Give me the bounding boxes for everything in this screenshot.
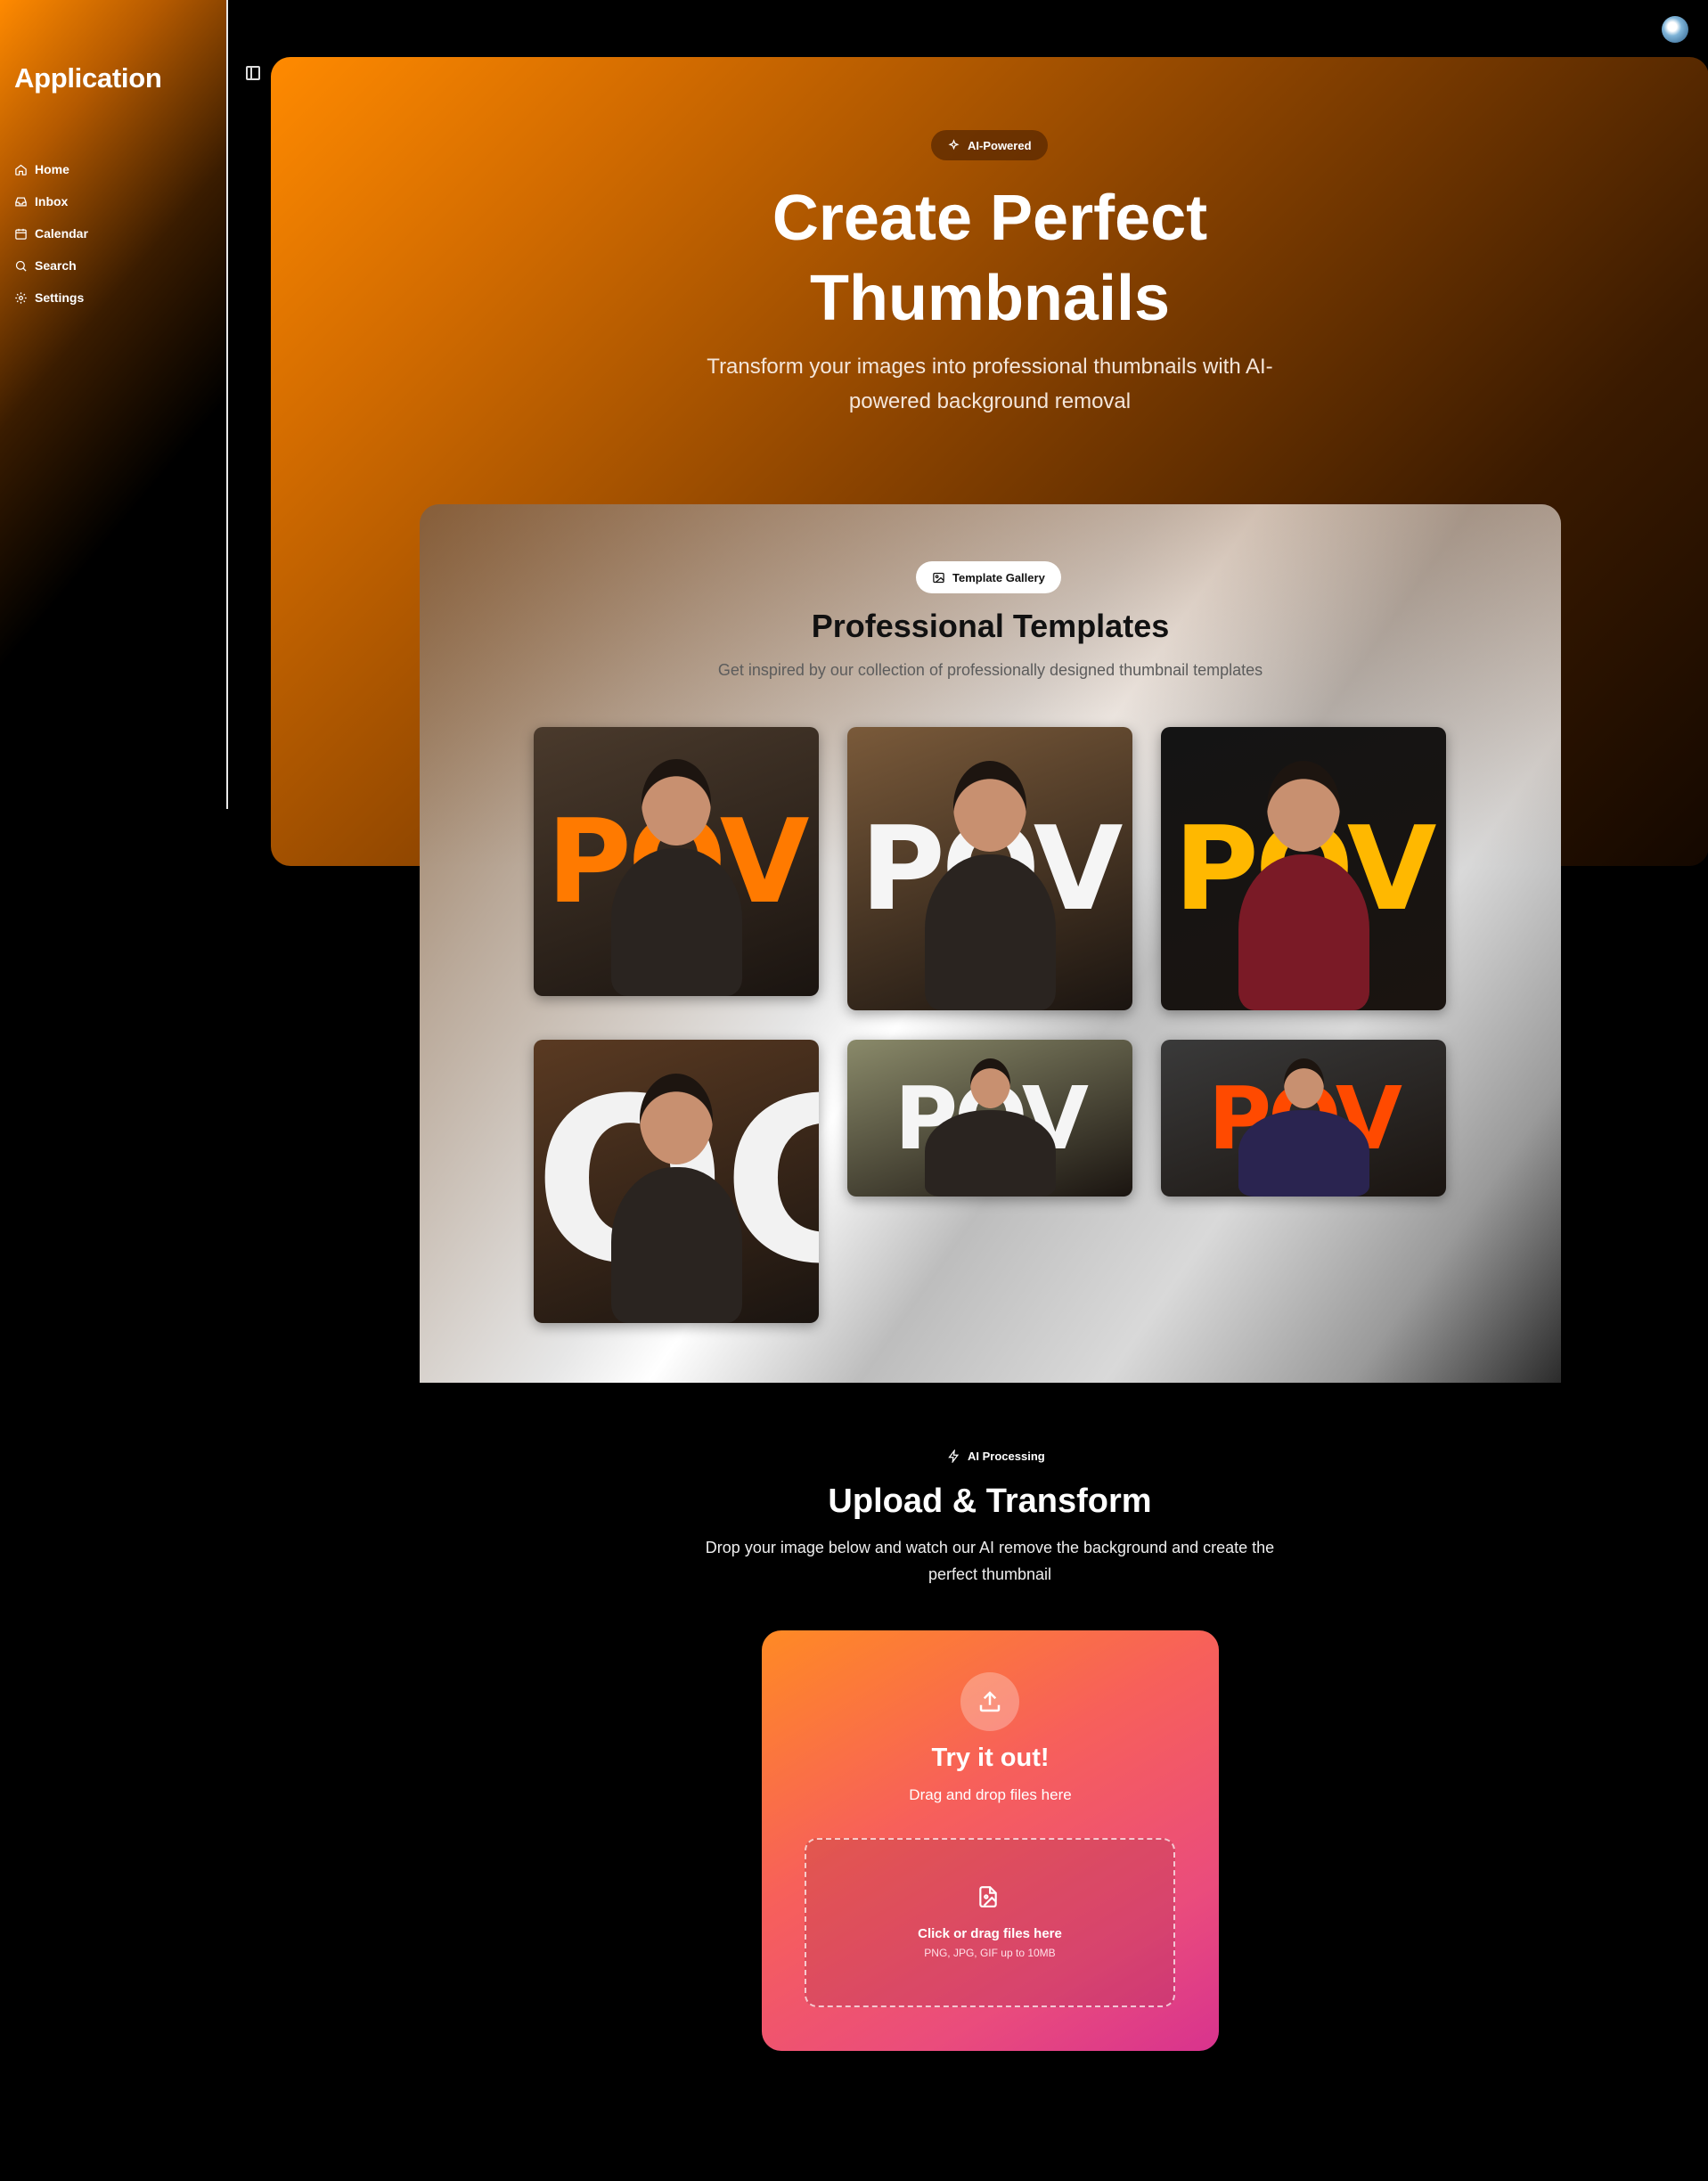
- sidebar: [0, 0, 227, 809]
- hero-title-line: Thumbnails: [809, 263, 1170, 334]
- template-thumbnail[interactable]: OG: [534, 1040, 819, 1323]
- ai-powered-badge: AI-Powered: [931, 130, 1048, 160]
- sidebar-item-label: Calendar: [35, 226, 88, 241]
- gear-icon: [15, 291, 27, 304]
- sidebar-item-search[interactable]: Search: [14, 249, 88, 282]
- sidebar-item-home[interactable]: Home: [14, 153, 88, 185]
- upload-subtitle: Drop your image below and watch our AI r…: [271, 1534, 1708, 1588]
- person-silhouette: [611, 1167, 742, 1323]
- template-thumbnail[interactable]: POV: [847, 1040, 1132, 1197]
- person-silhouette: [925, 1110, 1056, 1197]
- badge-label: AI-Powered: [968, 138, 1032, 152]
- sidebar-item-label: Inbox: [35, 194, 69, 208]
- upload-icon[interactable]: [960, 1672, 1019, 1731]
- dropzone-hint: PNG, JPG, GIF up to 10MB: [924, 1947, 1056, 1959]
- template-thumbnail[interactable]: POV: [847, 727, 1132, 1010]
- file-image-icon: [977, 1883, 1000, 1910]
- sidebar-item-label: Settings: [35, 290, 85, 305]
- sidebar-item-inbox[interactable]: Inbox: [14, 185, 88, 217]
- hero-subtitle-line: powered background removal: [848, 389, 1132, 413]
- badge-label: AI Processing: [968, 1449, 1045, 1463]
- person-head: [642, 759, 711, 845]
- search-icon: [15, 260, 27, 272]
- image-icon: [933, 572, 944, 583]
- try-it-out-heading: Try it out!: [931, 1744, 1050, 1772]
- upload-subtitle-line: perfect thumbnail: [928, 1565, 1052, 1583]
- sidebar-item-label: Search: [35, 258, 77, 273]
- calendar-icon: [15, 228, 27, 240]
- inbox-icon: [15, 197, 27, 206]
- person-head: [953, 761, 1026, 852]
- person-silhouette: [1238, 854, 1369, 1010]
- sidebar-item-settings[interactable]: Settings: [14, 282, 88, 314]
- person-silhouette: [611, 848, 742, 996]
- upload-title: Upload & Transform: [828, 1483, 1152, 1520]
- sidebar-divider: [226, 0, 228, 809]
- sidebar-nav: Home Inbox Calendar Search Settings: [14, 153, 88, 314]
- template-thumbnail[interactable]: POV: [534, 727, 819, 996]
- sidebar-item-calendar[interactable]: Calendar: [14, 217, 88, 249]
- hero-subtitle-line: Transform your images into professional …: [707, 355, 1273, 379]
- avatar[interactable]: [1662, 16, 1688, 43]
- template-thumbnail[interactable]: POV: [1161, 1040, 1446, 1197]
- person-head: [1267, 761, 1340, 852]
- hero-subtitle: Transform your images into professional …: [271, 349, 1708, 419]
- upload-arrow-icon: [979, 1691, 1001, 1712]
- person-silhouette: [1238, 1110, 1369, 1197]
- sparkles-icon: [948, 138, 960, 150]
- home-icon: [15, 164, 27, 176]
- dropzone-label: Click or drag files here: [918, 1926, 1062, 1941]
- template-thumbnail[interactable]: POV: [1161, 727, 1446, 1010]
- app-title: Application: [14, 62, 162, 94]
- template-gallery-badge: Template Gallery: [916, 561, 1061, 593]
- file-dropzone[interactable]: [805, 1838, 1175, 2007]
- person-head: [1284, 1058, 1324, 1108]
- templates-title: Professional Templates: [811, 608, 1170, 644]
- person-head: [970, 1058, 1010, 1108]
- drag-drop-text: Drag and drop files here: [909, 1786, 1072, 1803]
- upload-subtitle-line: Drop your image below and watch our AI r…: [705, 1539, 1275, 1556]
- person-head: [640, 1074, 713, 1164]
- sidebar-toggle-button[interactable]: [246, 66, 260, 80]
- ai-processing-badge: AI Processing: [942, 1445, 1050, 1466]
- hero-title: Create Perfect Thumbnails: [271, 178, 1708, 339]
- sidebar-item-label: Home: [35, 162, 69, 176]
- badge-label: Template Gallery: [952, 570, 1045, 584]
- person-silhouette: [925, 854, 1056, 1010]
- templates-subtitle: Get inspired by our collection of profes…: [717, 661, 1263, 679]
- zap-icon: [948, 1449, 960, 1463]
- hero-title-line: Create Perfect: [772, 183, 1208, 254]
